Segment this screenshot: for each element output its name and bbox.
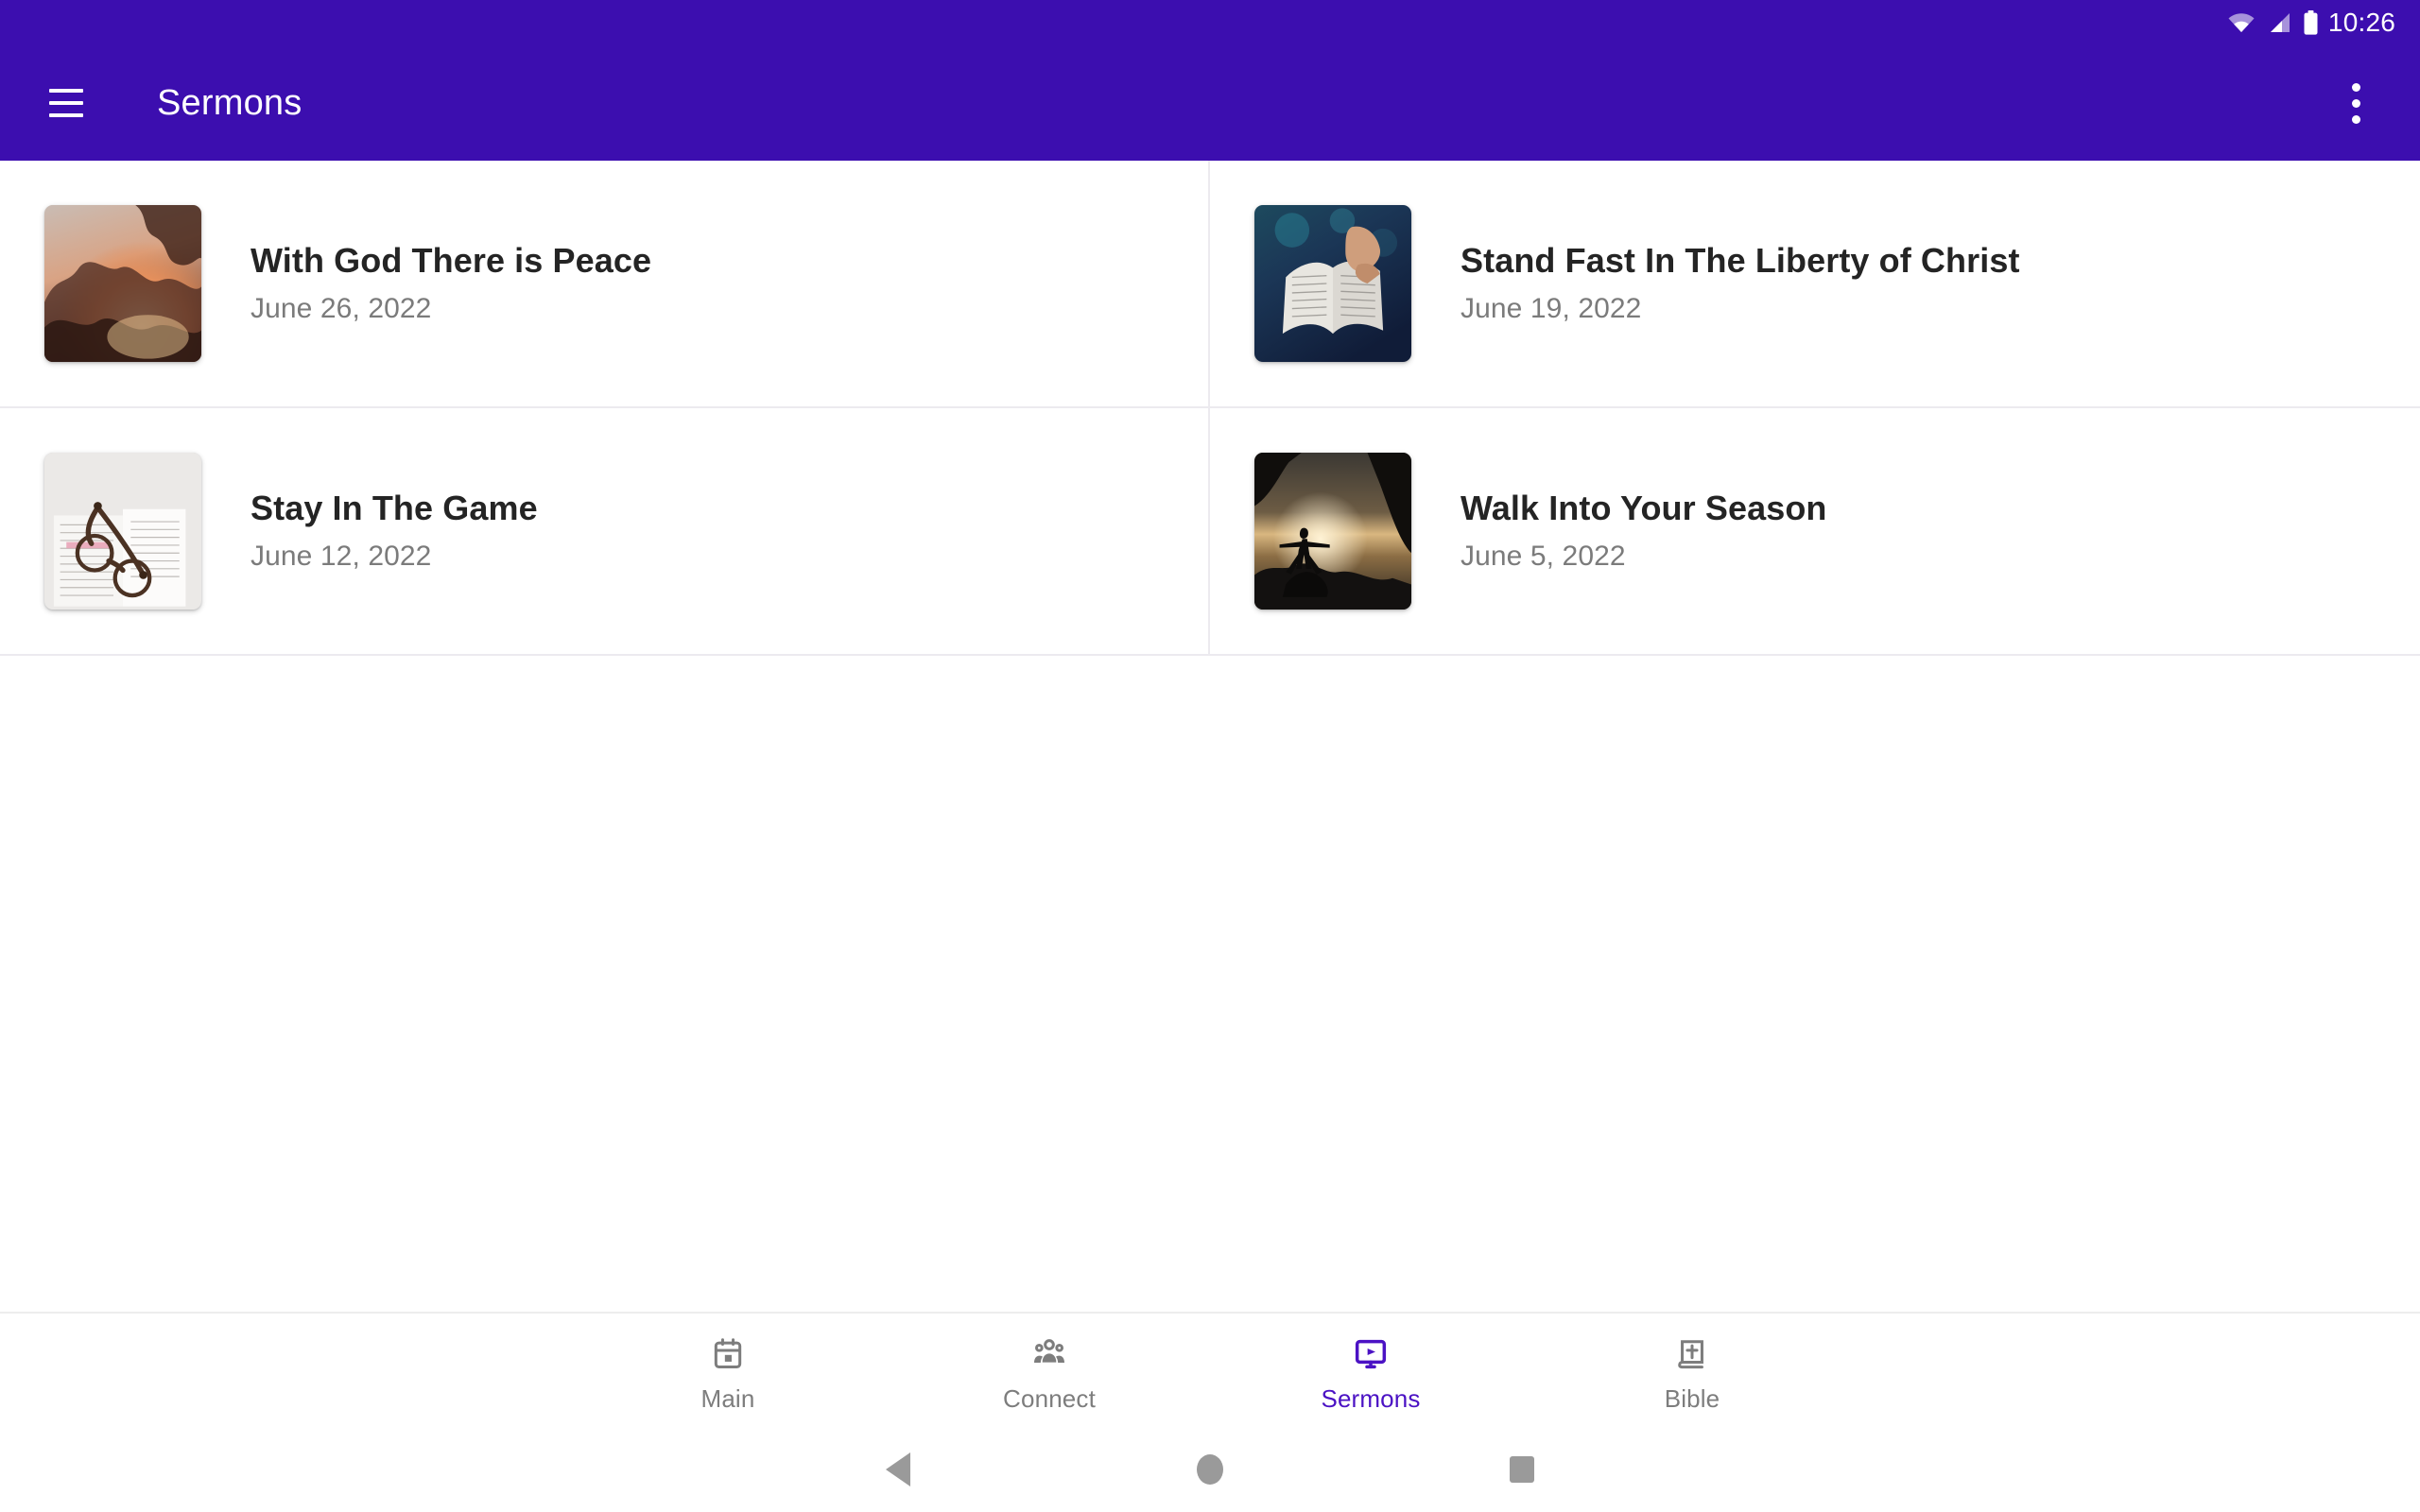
bottom-navigation: Main Connect Sermons Bible: [0, 1312, 2420, 1427]
app-bar: Sermons: [0, 45, 2420, 161]
sermon-thumbnail: [44, 453, 201, 610]
more-vertical-icon[interactable]: [2325, 73, 2386, 133]
sermon-title: Walk Into Your Season: [1461, 489, 1827, 528]
sermon-card-text: With God There is Peace June 26, 2022: [251, 241, 651, 326]
status-bar-clock: 10:26: [2327, 8, 2395, 37]
sermon-card[interactable]: Stay In The Game June 12, 2022: [0, 408, 1210, 656]
sermon-title: Stand Fast In The Liberty of Christ: [1461, 241, 2020, 281]
back-triangle-icon[interactable]: [742, 1427, 1054, 1512]
sermon-card-text: Walk Into Your Season June 5, 2022: [1461, 489, 1827, 574]
sermon-date: June 5, 2022: [1461, 541, 1626, 573]
nav-label-connect: Connect: [1003, 1384, 1096, 1413]
nav-item-sermons[interactable]: Sermons: [1210, 1330, 1531, 1411]
nav-item-main[interactable]: Main: [567, 1330, 889, 1411]
hamburger-menu-icon[interactable]: [38, 75, 95, 131]
page-title: Sermons: [157, 82, 302, 123]
nav-label-bible: Bible: [1664, 1384, 1720, 1413]
sermon-date: June 19, 2022: [1461, 293, 1642, 325]
app-root: 10:26 Sermons With God There is Peace Ju…: [0, 0, 2420, 1512]
sermon-card-text: Stay In The Game June 12, 2022: [251, 489, 538, 574]
status-bar-icons: [2227, 10, 2319, 35]
nav-label-sermons: Sermons: [1321, 1384, 1421, 1413]
home-circle-icon[interactable]: [1054, 1427, 1366, 1512]
status-bar: 10:26: [0, 0, 2420, 45]
nav-item-connect[interactable]: Connect: [889, 1330, 1210, 1411]
sermon-list: With God There is Peace June 26, 2022 St…: [0, 161, 2420, 656]
sermon-title: With God There is Peace: [251, 241, 652, 281]
sermon-title: Stay In The Game: [251, 489, 538, 528]
recents-square-icon[interactable]: [1366, 1427, 1678, 1512]
sermon-thumbnail: [44, 205, 201, 362]
wifi-icon: [2227, 11, 2256, 34]
sermon-card[interactable]: With God There is Peace June 26, 2022: [0, 161, 1210, 408]
sermon-thumbnail: [1254, 205, 1411, 362]
sermons-content: With God There is Peace June 26, 2022 St…: [0, 161, 2420, 1312]
android-system-bar: [0, 1427, 2420, 1512]
calendar-icon: [707, 1333, 749, 1375]
nav-label-main: Main: [700, 1384, 755, 1413]
bottom-nav-items: Main Connect Sermons Bible: [567, 1330, 1853, 1411]
sermon-card[interactable]: Walk Into Your Season June 5, 2022: [1210, 408, 2420, 656]
sermon-date: June 26, 2022: [251, 293, 432, 325]
cellular-signal-icon: [2267, 11, 2291, 34]
book-with-cross-icon: [1671, 1333, 1713, 1375]
sermon-date: June 12, 2022: [251, 541, 432, 573]
video-play-monitor-icon: [1350, 1333, 1392, 1375]
sermon-card[interactable]: Stand Fast In The Liberty of Christ June…: [1210, 161, 2420, 408]
battery-icon: [2303, 10, 2319, 35]
sermon-card-text: Stand Fast In The Liberty of Christ June…: [1461, 241, 2020, 326]
nav-item-bible[interactable]: Bible: [1531, 1330, 1853, 1411]
people-group-icon: [1028, 1333, 1070, 1375]
sermon-thumbnail: [1254, 453, 1411, 610]
